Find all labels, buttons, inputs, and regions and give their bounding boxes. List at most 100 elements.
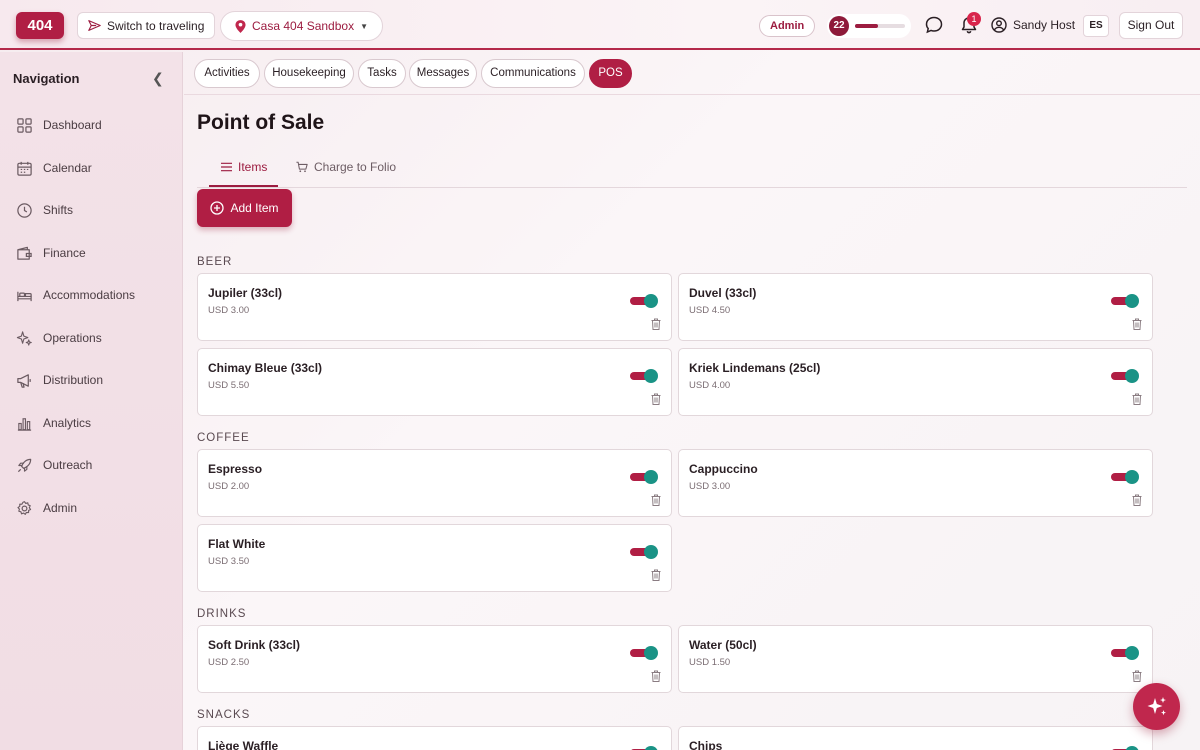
item-active-toggle[interactable]: [1111, 369, 1139, 383]
language-switcher[interactable]: ES: [1083, 15, 1109, 37]
pos-item-card[interactable]: Soft Drink (33cl) USD 2.50: [197, 625, 672, 693]
cart-icon: [296, 161, 308, 173]
subtab-charge-to-folio[interactable]: Charge to Folio: [296, 160, 396, 174]
megaphone-icon: [17, 373, 31, 388]
item-name: Flat White: [208, 537, 266, 551]
module-tabs: Activities Housekeeping Tasks Messages C…: [184, 52, 1200, 95]
trash-icon[interactable]: [651, 670, 661, 682]
calendar-icon: [17, 161, 32, 176]
caret-down-icon: ▼: [360, 21, 368, 31]
pos-item-card[interactable]: Jupiler (33cl) USD 3.00: [197, 273, 672, 341]
level-number: 22: [829, 16, 849, 36]
wallet-icon: [17, 246, 32, 260]
item-price: USD 3.00: [689, 481, 731, 492]
item-active-toggle[interactable]: [1111, 646, 1139, 660]
chat-icon[interactable]: [924, 15, 944, 35]
pos-item-card[interactable]: Water (50cl) USD 1.50: [678, 625, 1153, 693]
collapse-sidebar-icon[interactable]: ❮: [152, 70, 164, 87]
subtab-items[interactable]: Items: [221, 160, 267, 174]
item-active-toggle[interactable]: [630, 369, 658, 383]
trash-icon[interactable]: [651, 569, 661, 581]
pos-item-card[interactable]: Chips: [678, 726, 1153, 750]
ai-assistant-button[interactable]: [1133, 683, 1180, 730]
sidebar-item-finance[interactable]: Finance: [0, 236, 183, 270]
trash-icon[interactable]: [651, 393, 661, 405]
tab-messages[interactable]: Messages: [409, 59, 477, 88]
pos-subtabs: Items Charge to Folio: [197, 152, 1187, 188]
tab-pos[interactable]: POS: [589, 59, 632, 88]
list-icon: [221, 162, 232, 172]
pos-item-card[interactable]: Cappuccino USD 3.00: [678, 449, 1153, 517]
item-name: Chips: [689, 739, 723, 750]
sidebar-item-label: Analytics: [43, 416, 92, 430]
pos-item-card[interactable]: Espresso USD 2.00: [197, 449, 672, 517]
sidebar-item-label: Dashboard: [43, 118, 102, 132]
item-active-toggle[interactable]: [630, 646, 658, 660]
user-menu[interactable]: Sandy Host: [991, 15, 1075, 35]
item-name: Water (50cl): [689, 638, 757, 652]
subtab-label: Items: [238, 160, 268, 174]
sidebar-item-outreach[interactable]: Outreach: [0, 448, 183, 482]
notification-count: 1: [967, 12, 981, 26]
item-active-toggle[interactable]: [1111, 294, 1139, 308]
trash-icon[interactable]: [651, 494, 661, 506]
sidebar-item-operations[interactable]: Operations: [0, 321, 183, 355]
pos-item-card[interactable]: Flat White USD 3.50: [197, 524, 672, 592]
role-badge: Admin: [759, 15, 816, 37]
user-name: Sandy Host: [1013, 18, 1076, 32]
add-item-button[interactable]: Add Item: [197, 189, 292, 227]
item-active-toggle[interactable]: [630, 470, 658, 484]
tab-housekeeping[interactable]: Housekeeping: [264, 59, 354, 88]
sign-out-button[interactable]: Sign Out: [1119, 12, 1183, 39]
gear-icon: [17, 500, 32, 515]
trash-icon[interactable]: [1132, 318, 1142, 330]
sidebar-item-accommodations[interactable]: Accommodations: [0, 278, 183, 312]
send-icon: [88, 20, 101, 31]
item-price: USD 5.50: [208, 380, 250, 391]
item-name: Chimay Bleue (33cl): [208, 361, 323, 375]
clock-icon: [17, 202, 32, 218]
trash-icon[interactable]: [1132, 393, 1142, 405]
add-item-label: Add Item: [230, 201, 279, 215]
sidebar-item-label: Finance: [43, 246, 86, 260]
tab-communications[interactable]: Communications: [481, 59, 585, 88]
item-price: USD 3.50: [208, 556, 250, 567]
section-label-beer: BEER: [197, 256, 233, 268]
sidebar-item-calendar[interactable]: Calendar: [0, 151, 183, 185]
trash-icon[interactable]: [1132, 670, 1142, 682]
sidebar-item-label: Distribution: [43, 373, 104, 387]
property-name: Casa 404 Sandbox: [252, 19, 355, 33]
pos-item-card[interactable]: Liège Waffle: [197, 726, 672, 750]
item-active-toggle[interactable]: [630, 294, 658, 308]
sidebar-item-shifts[interactable]: Shifts: [0, 193, 183, 227]
item-name: Liège Waffle: [208, 739, 279, 750]
map-pin-icon: [235, 19, 246, 33]
sidebar-item-admin[interactable]: Admin: [0, 491, 183, 525]
section-label-drinks: DRINKS: [197, 608, 247, 620]
pos-item-card[interactable]: Kriek Lindemans (25cl) USD 4.00: [678, 348, 1153, 416]
item-price: USD 1.50: [689, 657, 731, 668]
item-active-toggle[interactable]: [1111, 470, 1139, 484]
level-progress-track: [855, 24, 905, 28]
property-selector[interactable]: Casa 404 Sandbox ▼: [220, 11, 383, 41]
tab-tasks[interactable]: Tasks: [358, 59, 406, 88]
sidebar-item-distribution[interactable]: Distribution: [0, 363, 183, 397]
switch-to-traveling-button[interactable]: Switch to traveling: [77, 12, 216, 39]
item-price: USD 3.00: [208, 305, 250, 316]
sidebar-item-dashboard[interactable]: Dashboard: [0, 108, 183, 142]
app-logo[interactable]: 404: [16, 12, 64, 39]
pos-item-card[interactable]: Duvel (33cl) USD 4.50: [678, 273, 1153, 341]
item-price: USD 4.00: [689, 380, 731, 391]
trash-icon[interactable]: [651, 318, 661, 330]
pos-item-card[interactable]: Chimay Bleue (33cl) USD 5.50: [197, 348, 672, 416]
item-active-toggle[interactable]: [630, 545, 658, 559]
level-progress-fill: [855, 24, 878, 28]
item-active-toggle[interactable]: [630, 746, 658, 750]
item-active-toggle[interactable]: [1111, 746, 1139, 750]
rocket-icon: [17, 458, 32, 472]
trash-icon[interactable]: [1132, 494, 1142, 506]
tab-activities[interactable]: Activities: [194, 59, 260, 88]
sparkles-icon: [1147, 696, 1166, 715]
sidebar-item-analytics[interactable]: Analytics: [0, 406, 183, 440]
grid-icon: [17, 117, 32, 133]
